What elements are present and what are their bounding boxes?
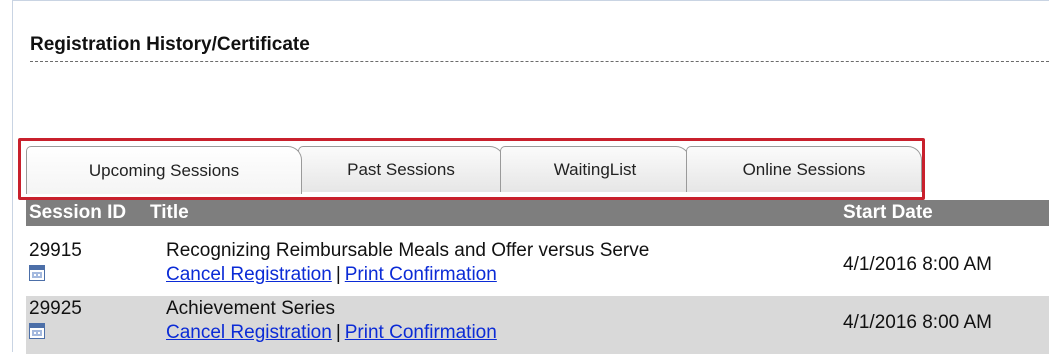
cancel-registration-link[interactable]: Cancel Registration xyxy=(166,322,332,343)
start-date: 4/1/2016 8:00 AM xyxy=(843,312,992,333)
link-separator: | xyxy=(335,322,341,343)
session-id: 29915 xyxy=(29,240,82,261)
start-date: 4/1/2016 8:00 AM xyxy=(843,254,992,275)
link-separator: | xyxy=(335,264,341,285)
row-actions: Cancel Registration | Print Confirmation xyxy=(166,322,497,344)
cancel-registration-link[interactable]: Cancel Registration xyxy=(166,264,332,285)
column-header-session-id[interactable]: Session ID xyxy=(29,202,126,224)
print-confirmation-link[interactable]: Print Confirmation xyxy=(345,322,497,343)
print-confirmation-link[interactable]: Print Confirmation xyxy=(345,264,497,285)
table-row: 29925 Achievement Series Cancel Registra… xyxy=(26,296,1049,354)
session-id: 29925 xyxy=(29,298,82,319)
row-actions: Cancel Registration | Print Confirmation xyxy=(166,264,497,286)
session-title: Achievement Series xyxy=(166,298,335,319)
calendar-icon[interactable] xyxy=(29,265,45,281)
tabs-highlight-box xyxy=(18,138,925,200)
session-title: Recognizing Reimbursable Meals and Offer… xyxy=(166,240,650,261)
grid-header: Session ID Title Start Date xyxy=(26,200,1049,226)
page-title: Registration History/Certificate xyxy=(30,34,310,55)
title-divider xyxy=(30,61,1049,62)
column-header-start-date[interactable]: Start Date xyxy=(843,202,933,224)
table-row: 29915 Recognizing Reimbursable Meals and… xyxy=(26,238,1049,296)
column-header-title[interactable]: Title xyxy=(150,202,189,224)
calendar-icon[interactable] xyxy=(29,323,45,339)
